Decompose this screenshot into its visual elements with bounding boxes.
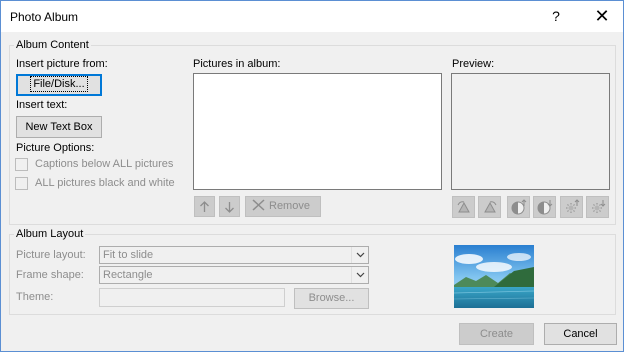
insert-text-label: Insert text:	[16, 99, 68, 111]
frame-shape-value: Rectangle	[103, 269, 153, 281]
insert-picture-label: Insert picture from:	[16, 58, 108, 70]
brightness-decrease-icon	[591, 200, 605, 213]
move-down-button[interactable]	[219, 196, 240, 217]
new-text-box-button[interactable]: New Text Box	[16, 116, 102, 138]
pictures-listbox[interactable]	[193, 73, 442, 190]
pictures-in-album-label: Pictures in album:	[193, 58, 281, 70]
file-disk-button[interactable]: File/Disk...	[16, 74, 102, 96]
picture-layout-value: Fit to slide	[103, 249, 154, 261]
rotate-right-icon	[483, 201, 496, 213]
title-bar: Photo Album ? ✕	[1, 1, 623, 32]
black-white-checkbox-label: ALL pictures black and white	[35, 177, 175, 189]
dialog-title: Photo Album	[10, 10, 79, 24]
contrast-increase-button[interactable]	[507, 196, 530, 218]
album-content-group-label: Album Content	[14, 39, 91, 51]
remove-x-icon	[252, 199, 265, 211]
preview-box	[451, 73, 610, 190]
create-button[interactable]: Create	[459, 323, 534, 345]
contrast-decrease-button[interactable]	[533, 196, 556, 218]
chevron-down-icon	[351, 247, 368, 263]
close-button[interactable]: ✕	[585, 1, 619, 32]
remove-button[interactable]: Remove	[245, 196, 321, 217]
picture-options-label: Picture Options:	[16, 142, 95, 154]
layout-preview-thumbnail	[454, 245, 534, 308]
move-up-button[interactable]	[194, 196, 215, 217]
rotate-left-button[interactable]	[452, 196, 475, 218]
browse-button[interactable]: Browse...	[294, 288, 369, 309]
theme-label: Theme:	[16, 291, 54, 303]
brightness-decrease-button[interactable]	[586, 196, 609, 218]
contrast-increase-icon	[511, 199, 526, 215]
brightness-increase-button[interactable]	[560, 196, 583, 218]
brightness-increase-icon	[565, 199, 579, 213]
cancel-button[interactable]: Cancel	[544, 323, 617, 345]
album-layout-group-label: Album Layout	[14, 228, 86, 240]
contrast-decrease-icon	[537, 200, 552, 215]
arrow-down-icon	[225, 201, 234, 213]
captions-checkbox[interactable]	[15, 158, 28, 171]
picture-layout-label: Picture layout:	[16, 249, 86, 261]
rotate-left-icon	[457, 201, 470, 213]
arrow-up-icon	[200, 200, 209, 212]
help-button[interactable]: ?	[539, 1, 573, 32]
preview-label: Preview:	[452, 58, 495, 70]
photo-album-dialog: Photo Album ? ✕ Album Content Insert pic…	[0, 0, 624, 352]
rotate-right-button[interactable]	[478, 196, 501, 218]
frame-shape-select[interactable]: Rectangle	[99, 266, 369, 284]
file-disk-button-label: File/Disk...	[30, 76, 88, 92]
black-white-checkbox[interactable]	[15, 177, 28, 190]
frame-shape-label: Frame shape:	[16, 269, 84, 281]
picture-layout-select[interactable]: Fit to slide	[99, 246, 369, 264]
chevron-down-icon	[351, 267, 368, 283]
landscape-image	[454, 245, 534, 308]
theme-input[interactable]	[99, 288, 285, 307]
captions-checkbox-label: Captions below ALL pictures	[35, 158, 174, 170]
remove-button-label: Remove	[269, 200, 310, 212]
